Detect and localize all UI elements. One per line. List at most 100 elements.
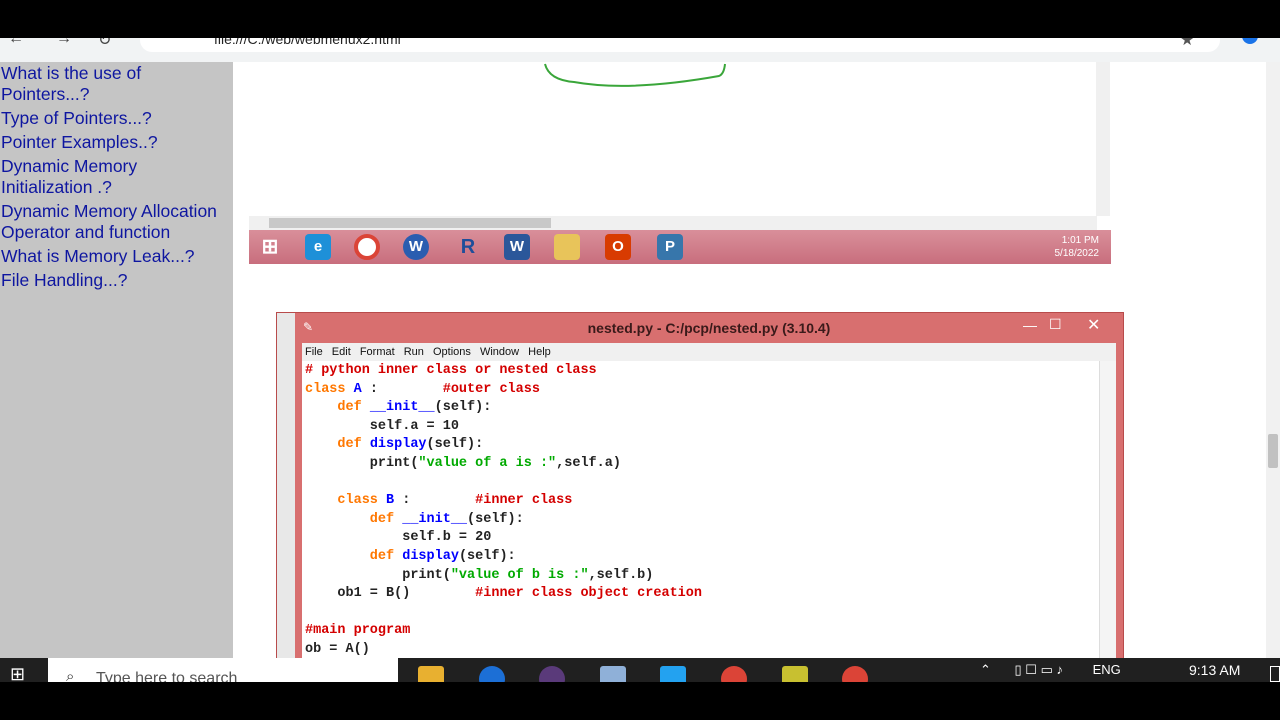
page-scrollbar[interactable] [1266,62,1280,658]
code-token: class [305,381,354,397]
menu-edit[interactable]: Edit [332,343,351,361]
sidebar-link-pointer-types[interactable]: Type of Pointers...? [0,108,233,129]
start-icon[interactable]: ⊞ [10,664,25,682]
code-token: __init__ [402,511,468,527]
sidebar-menu: What is the use of Pointers...? Type of … [0,62,233,658]
sidebar-link-dynamic-alloc[interactable]: Dynamic Memory Allocation Operator and f… [0,201,233,243]
code-token: (self): [467,511,524,527]
reload-icon[interactable]: ↻ [98,38,111,50]
code-token: def [305,549,403,564]
sidebar-link-pointers-use[interactable]: What is the use of Pointers...? [0,63,233,105]
code-line: # python inner class or nested class [305,362,597,381]
code-line: def display(self): [305,436,483,455]
code-line: #main program [305,622,410,641]
letterbox-bottom [0,682,1280,720]
code-line: ob1 = B() #inner class object creation [305,585,702,604]
code-token: #outer class [442,381,540,397]
code-token: (self): [426,437,484,453]
app-c-icon[interactable] [600,666,626,682]
code-token: print( [305,567,451,583]
app-d-icon[interactable] [782,666,808,682]
menu-options[interactable]: Options [433,343,471,361]
win7-tray: 1:01 PM 5/18/2022 [1055,234,1100,260]
code-token: # python inner class or nested class [305,363,597,378]
code-token: display [369,437,427,453]
tray-chevron-icon[interactable]: ⌃ [980,662,991,677]
windows-logo-icon: ⊞ [261,236,279,258]
web-page: What is the use of Pointers...? Type of … [0,62,1280,658]
code-token: def [305,437,370,453]
background-window-strip [277,313,295,658]
close-button[interactable]: ✕ [1087,315,1100,335]
notification-icon[interactable] [1270,666,1280,682]
menu-window[interactable]: Window [480,343,519,361]
code-token: ,self.b) [588,567,654,583]
code-line: ob = A() [305,641,370,658]
sidebar-link-dynamic-init[interactable]: Dynamic Memory Initialization .? [0,156,233,198]
code-token: self.a = 10 [305,418,459,434]
page-scrollbar-thumb[interactable] [1268,434,1278,468]
code-token: : [394,493,476,509]
code-token: __init__ [369,400,435,416]
tray-icons[interactable]: ▯ ☐ ▭ ♪ [1015,662,1063,677]
vscode-icon[interactable] [660,666,686,682]
embedded-hscroll [249,216,1097,230]
app-b-icon[interactable] [539,666,565,682]
system-tray: ⌃ ▯ ☐ ▭ ♪ ENG [980,662,1121,678]
idle-editor-window: ✎ nested.py - C:/pcp/nested.py (3.10.4) … [276,312,1124,658]
green-curve [544,63,726,87]
code-line: def display(self): [305,548,516,567]
maximize-button[interactable]: ☐ [1049,316,1062,333]
forward-icon[interactable]: → [56,38,72,48]
menu-file[interactable]: File [305,343,323,361]
browser-top-bar [0,0,1280,38]
code-token: "value of a is :" [418,456,557,471]
sidebar-link-pointer-examples[interactable]: Pointer Examples..? [0,132,233,153]
code-editor[interactable]: # python inner class or nested class clas… [302,361,1116,658]
code-line: print("value of b is :",self.b) [305,567,653,586]
code-token: def [305,400,370,416]
taskbar-clock[interactable]: 9:13 AM [1189,662,1240,678]
code-line: class B : #inner class [305,492,572,511]
code-scrollbar[interactable] [1099,361,1116,658]
embedded-vscroll [1096,62,1110,216]
menu-help[interactable]: Help [528,343,551,361]
idle-menubar: File Edit Format Run Options Window Help [302,343,1116,361]
code-token: "value of b is :" [450,567,589,583]
search-icon: ⌕ [66,668,75,682]
idle-title: nested.py - C:/pcp/nested.py (3.10.4) [587,320,831,336]
code-token: ob = A() [305,642,370,657]
sidebar-link-file-handling[interactable]: File Handling...? [0,270,233,291]
search-placeholder[interactable]: Type here to search [96,670,237,682]
sidebar-link-memory-leak[interactable]: What is Memory Leak...? [0,246,233,267]
address-text[interactable]: file:///C:/web/webmenux2.html [214,38,401,47]
bookmark-star-icon[interactable]: ★ [1180,38,1194,50]
code-token: ob1 = B() [305,586,476,602]
embedded-hscroll-thumb [269,218,551,228]
code-token: : [361,381,443,397]
win7-time: 1:01 PM [1061,235,1099,246]
language-indicator[interactable]: ENG [1093,662,1121,677]
code-line: self.a = 10 [305,418,459,437]
file-explorer-icon[interactable] [418,666,444,682]
menu-format[interactable]: Format [360,343,395,361]
minimize-button[interactable]: — [1023,317,1037,333]
code-line: self.b = 20 [305,529,491,548]
profile-avatar[interactable] [1242,38,1258,44]
word-icon: W [504,234,530,260]
code-token: #inner class object creation [475,586,702,602]
code-token: def [305,511,403,527]
ie-icon: e [305,234,331,260]
chrome-taskbar-icon[interactable] [721,666,747,682]
code-line: def __init__(self): [305,399,491,418]
windows-taskbar: ⊞ ⌕ Type here to search ⌃ ▯ ☐ ▭ ♪ ENG 9:… [0,658,1280,682]
code-line: print("value of a is :",self.a) [305,455,621,474]
code-token: (self): [434,400,492,416]
back-icon[interactable]: ← [8,38,24,48]
code-token: #inner class [475,493,573,509]
menu-run[interactable]: Run [404,343,424,361]
app-a-icon[interactable] [479,666,505,682]
code-line: class A : #outer class [305,381,540,400]
chrome-icon [354,234,380,260]
chrome-taskbar-icon-2[interactable] [842,666,868,682]
